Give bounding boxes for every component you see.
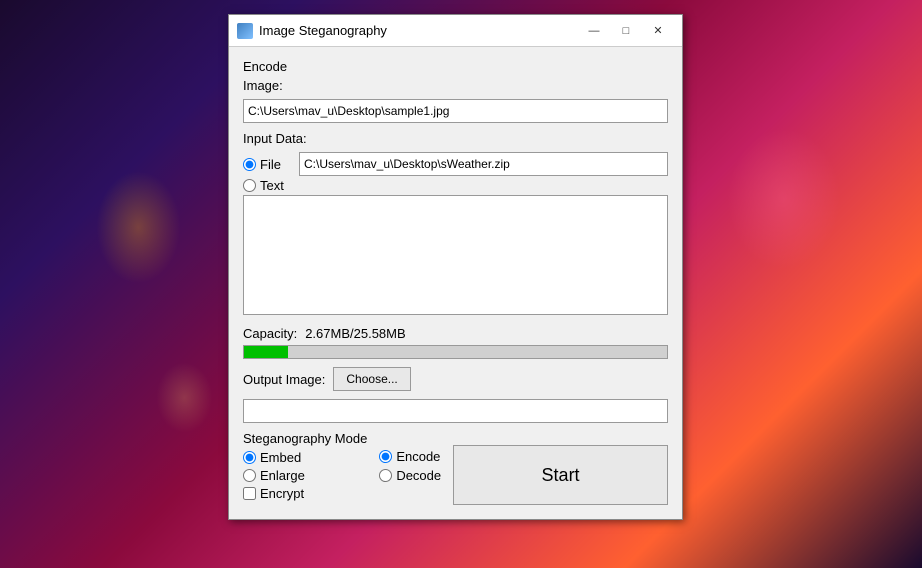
decode-radio-row: Decode (379, 468, 441, 483)
window-controls: — □ ✕ (578, 18, 674, 44)
app-icon (237, 23, 253, 39)
encode-radio-row: Encode (379, 449, 441, 464)
capacity-row: Capacity: 2.67MB/25.58MB (243, 326, 668, 341)
enlarge-radio[interactable] (243, 469, 256, 482)
encrypt-row: Encrypt (243, 486, 367, 501)
start-button[interactable]: Start (453, 445, 668, 505)
image-path-input[interactable] (243, 99, 668, 123)
progress-bar-container (243, 345, 668, 359)
bottom-section: Steganography Mode Embed Enlarge Encrypt (243, 431, 668, 505)
minimize-button[interactable]: — (578, 18, 610, 44)
embed-radio[interactable] (243, 451, 256, 464)
decode-operation-label: Decode (396, 468, 441, 483)
close-button[interactable]: ✕ (642, 18, 674, 44)
encode-decode-box: Encode Decode (379, 449, 441, 483)
output-image-row: Output Image: Choose... (243, 367, 668, 391)
maximize-button[interactable]: □ (610, 18, 642, 44)
file-label: File (260, 157, 281, 172)
encrypt-label: Encrypt (260, 486, 304, 501)
file-row: File (243, 152, 668, 176)
main-window: Image Steganography — □ ✕ Encode Image: … (228, 14, 683, 520)
encode-operation-label: Encode (396, 449, 440, 464)
file-radio[interactable] (243, 158, 256, 171)
output-image-label: Output Image: (243, 372, 325, 387)
decode-operation-radio[interactable] (379, 469, 392, 482)
capacity-label: Capacity: (243, 326, 297, 341)
title-bar: Image Steganography — □ ✕ (229, 15, 682, 47)
encrypt-checkbox[interactable] (243, 487, 256, 500)
input-data-label: Input Data: (243, 131, 307, 146)
image-row: Image: (243, 78, 668, 95)
output-path-input[interactable] (243, 399, 668, 423)
encode-operation-radio[interactable] (379, 450, 392, 463)
window-content: Encode Image: Input Data: File Text (229, 47, 682, 519)
text-radio[interactable] (243, 179, 256, 192)
text-label: Text (260, 178, 284, 193)
file-path-input[interactable] (299, 152, 668, 176)
text-area-input[interactable] (243, 195, 668, 315)
capacity-value: 2.67MB/25.58MB (305, 326, 405, 341)
steg-mode-title: Steganography Mode (243, 431, 367, 446)
embed-label: Embed (260, 450, 301, 465)
image-label: Image: (243, 78, 283, 93)
choose-button[interactable]: Choose... (333, 367, 410, 391)
enlarge-row: Enlarge (243, 468, 367, 483)
enlarge-label: Enlarge (260, 468, 305, 483)
embed-row: Embed (243, 450, 367, 465)
encode-section-label: Encode (243, 59, 668, 74)
input-data-header: Input Data: (243, 131, 668, 148)
progress-bar-fill (244, 346, 288, 358)
text-radio-row: Text (243, 178, 668, 193)
window-title: Image Steganography (259, 23, 572, 38)
text-radio-label[interactable]: Text (243, 178, 293, 193)
file-radio-label[interactable]: File (243, 157, 293, 172)
steg-mode-box: Steganography Mode Embed Enlarge Encrypt (243, 431, 367, 504)
